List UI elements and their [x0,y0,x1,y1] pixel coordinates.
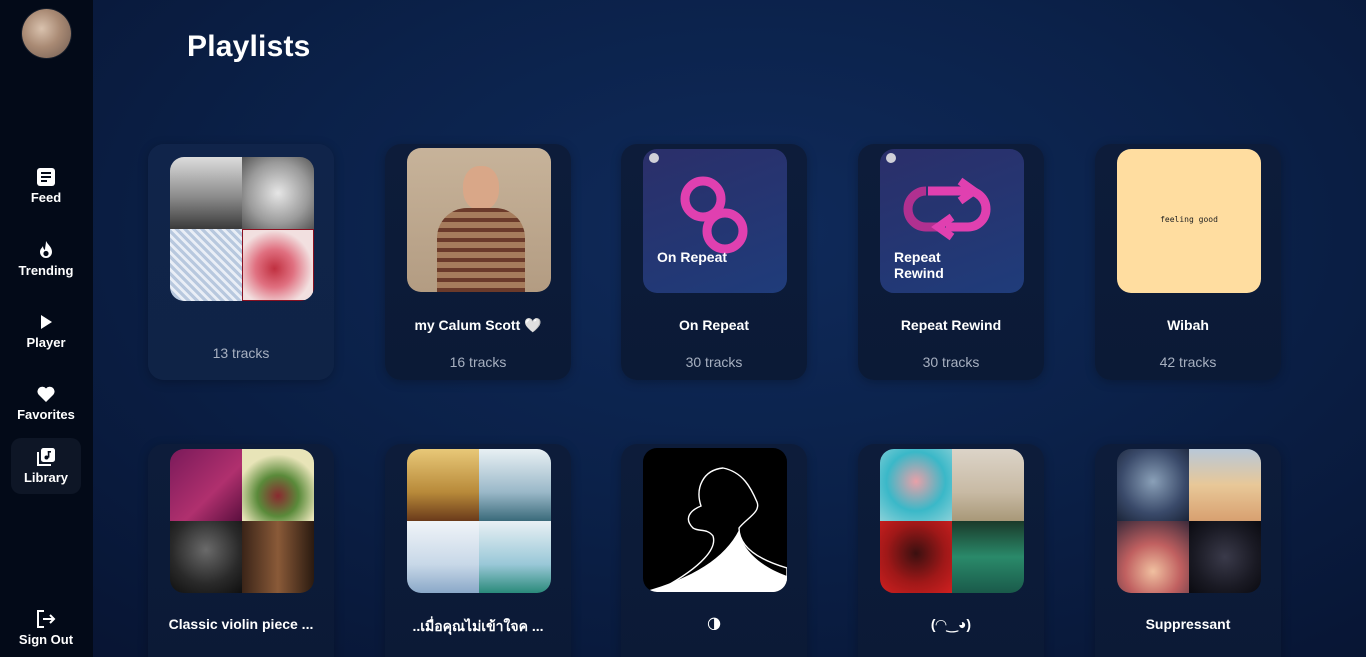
sidebar-item-label: Library [23,470,69,485]
cover-image [407,521,479,593]
cover-image [479,521,551,593]
library-icon [37,448,55,466]
repeat-logo-icon [680,176,748,254]
sign-out-icon [37,610,56,628]
sidebar-item-favorites[interactable]: Favorites [11,375,81,431]
cover-image [952,449,1024,521]
cover-image [952,521,1024,593]
playlist-cover [643,448,787,592]
playlist-name: Wibah [1167,317,1209,333]
playlist-cover [880,449,1024,593]
playlist-name: (◠‿◕) [930,616,972,632]
playlist-track-count: 30 tracks [685,354,743,370]
playlist-card[interactable]: ..เมื่อคุณไม่เข้าใจค ... [385,444,571,657]
cover-image [242,157,314,229]
playlist-cover [407,449,551,593]
playlist-card[interactable]: 13 tracks [148,144,334,380]
cover-text: On Repeat [657,249,728,265]
sidebar-item-library[interactable]: Library [11,438,81,494]
cover-image [242,229,314,301]
cover-image [880,521,952,593]
rewind-logo-icon [903,177,991,241]
play-icon [41,315,52,329]
playlist-card[interactable]: my Calum Scott 🤍 16 tracks [385,144,571,380]
playlist-name: Suppressant [1145,616,1231,632]
sidebar-item-trending[interactable]: Trending [11,231,81,287]
playlist-name: 🌗 [706,616,722,632]
page-title: Playlists [187,30,311,63]
sidebar-item-feed[interactable]: Feed [11,158,81,214]
cover-image [1117,521,1189,593]
sidebar-item-label: Player [26,335,66,350]
playlist-card[interactable]: feeling good Wibah 42 tracks [1095,144,1281,380]
cover-image [170,521,242,593]
playlist-cover [1117,449,1261,593]
sign-out-button[interactable]: Sign Out [11,600,81,656]
sidebar-item-label: Trending [18,263,74,278]
cover-image [170,449,242,521]
playlist-track-count: 42 tracks [1159,354,1217,370]
line-art-face-icon [643,467,787,592]
playlist-cover: Repeat Rewind [880,149,1024,293]
playlist-track-count: 13 tracks [212,345,270,361]
cover-image [170,157,242,229]
cover-image [407,449,479,521]
playlist-cover [170,449,314,593]
sidebar-item-label: Favorites [17,407,75,422]
playlist-cover [407,148,551,292]
sign-out-label: Sign Out [18,632,74,647]
heart-icon [37,386,55,402]
playlist-card[interactable]: 🌗 [621,444,807,657]
playlist-cover: feeling good [1117,149,1261,293]
cover-image [1189,521,1261,593]
playlist-cover: On Repeat [643,149,787,293]
playlist-card[interactable]: Repeat Rewind Repeat Rewind 30 tracks [858,144,1044,380]
cover-text: Repeat Rewind [894,249,944,281]
cover-image [1189,449,1261,521]
spotify-icon [886,153,896,163]
sidebar-item-label: Feed [30,190,62,205]
playlist-name: On Repeat [678,317,749,333]
sidebar: Feed Trending Player Favorites Library S… [0,0,93,657]
spotify-icon [649,153,659,163]
flame-icon [40,241,52,258]
playlist-track-count: 30 tracks [922,354,980,370]
cover-image [1117,449,1189,521]
playlist-card[interactable]: On Repeat On Repeat 30 tracks [621,144,807,380]
cover-image [170,229,242,301]
cover-image [242,521,314,593]
playlist-card[interactable]: Suppressant [1095,444,1281,657]
playlist-track-count: 16 tracks [449,354,507,370]
cover-image [437,208,525,292]
sidebar-item-player[interactable]: Player [11,303,81,359]
cover-image [880,449,952,521]
cover-image [463,166,499,210]
cover-image [479,449,551,521]
playlist-name: my Calum Scott 🤍 [414,317,542,333]
playlist-name: Classic violin piece ... [168,616,314,632]
playlist-name: Repeat Rewind [900,317,1002,333]
playlist-cover [170,157,314,301]
cover-text: feeling good [1160,215,1218,224]
playlist-card[interactable]: (◠‿◕) [858,444,1044,657]
cover-image [242,449,314,521]
feed-icon [37,168,55,186]
playlist-card[interactable]: Classic violin piece ... [148,444,334,657]
user-avatar[interactable] [22,9,71,58]
playlist-name: ..เมื่อคุณไม่เข้าใจค ... [412,618,544,634]
